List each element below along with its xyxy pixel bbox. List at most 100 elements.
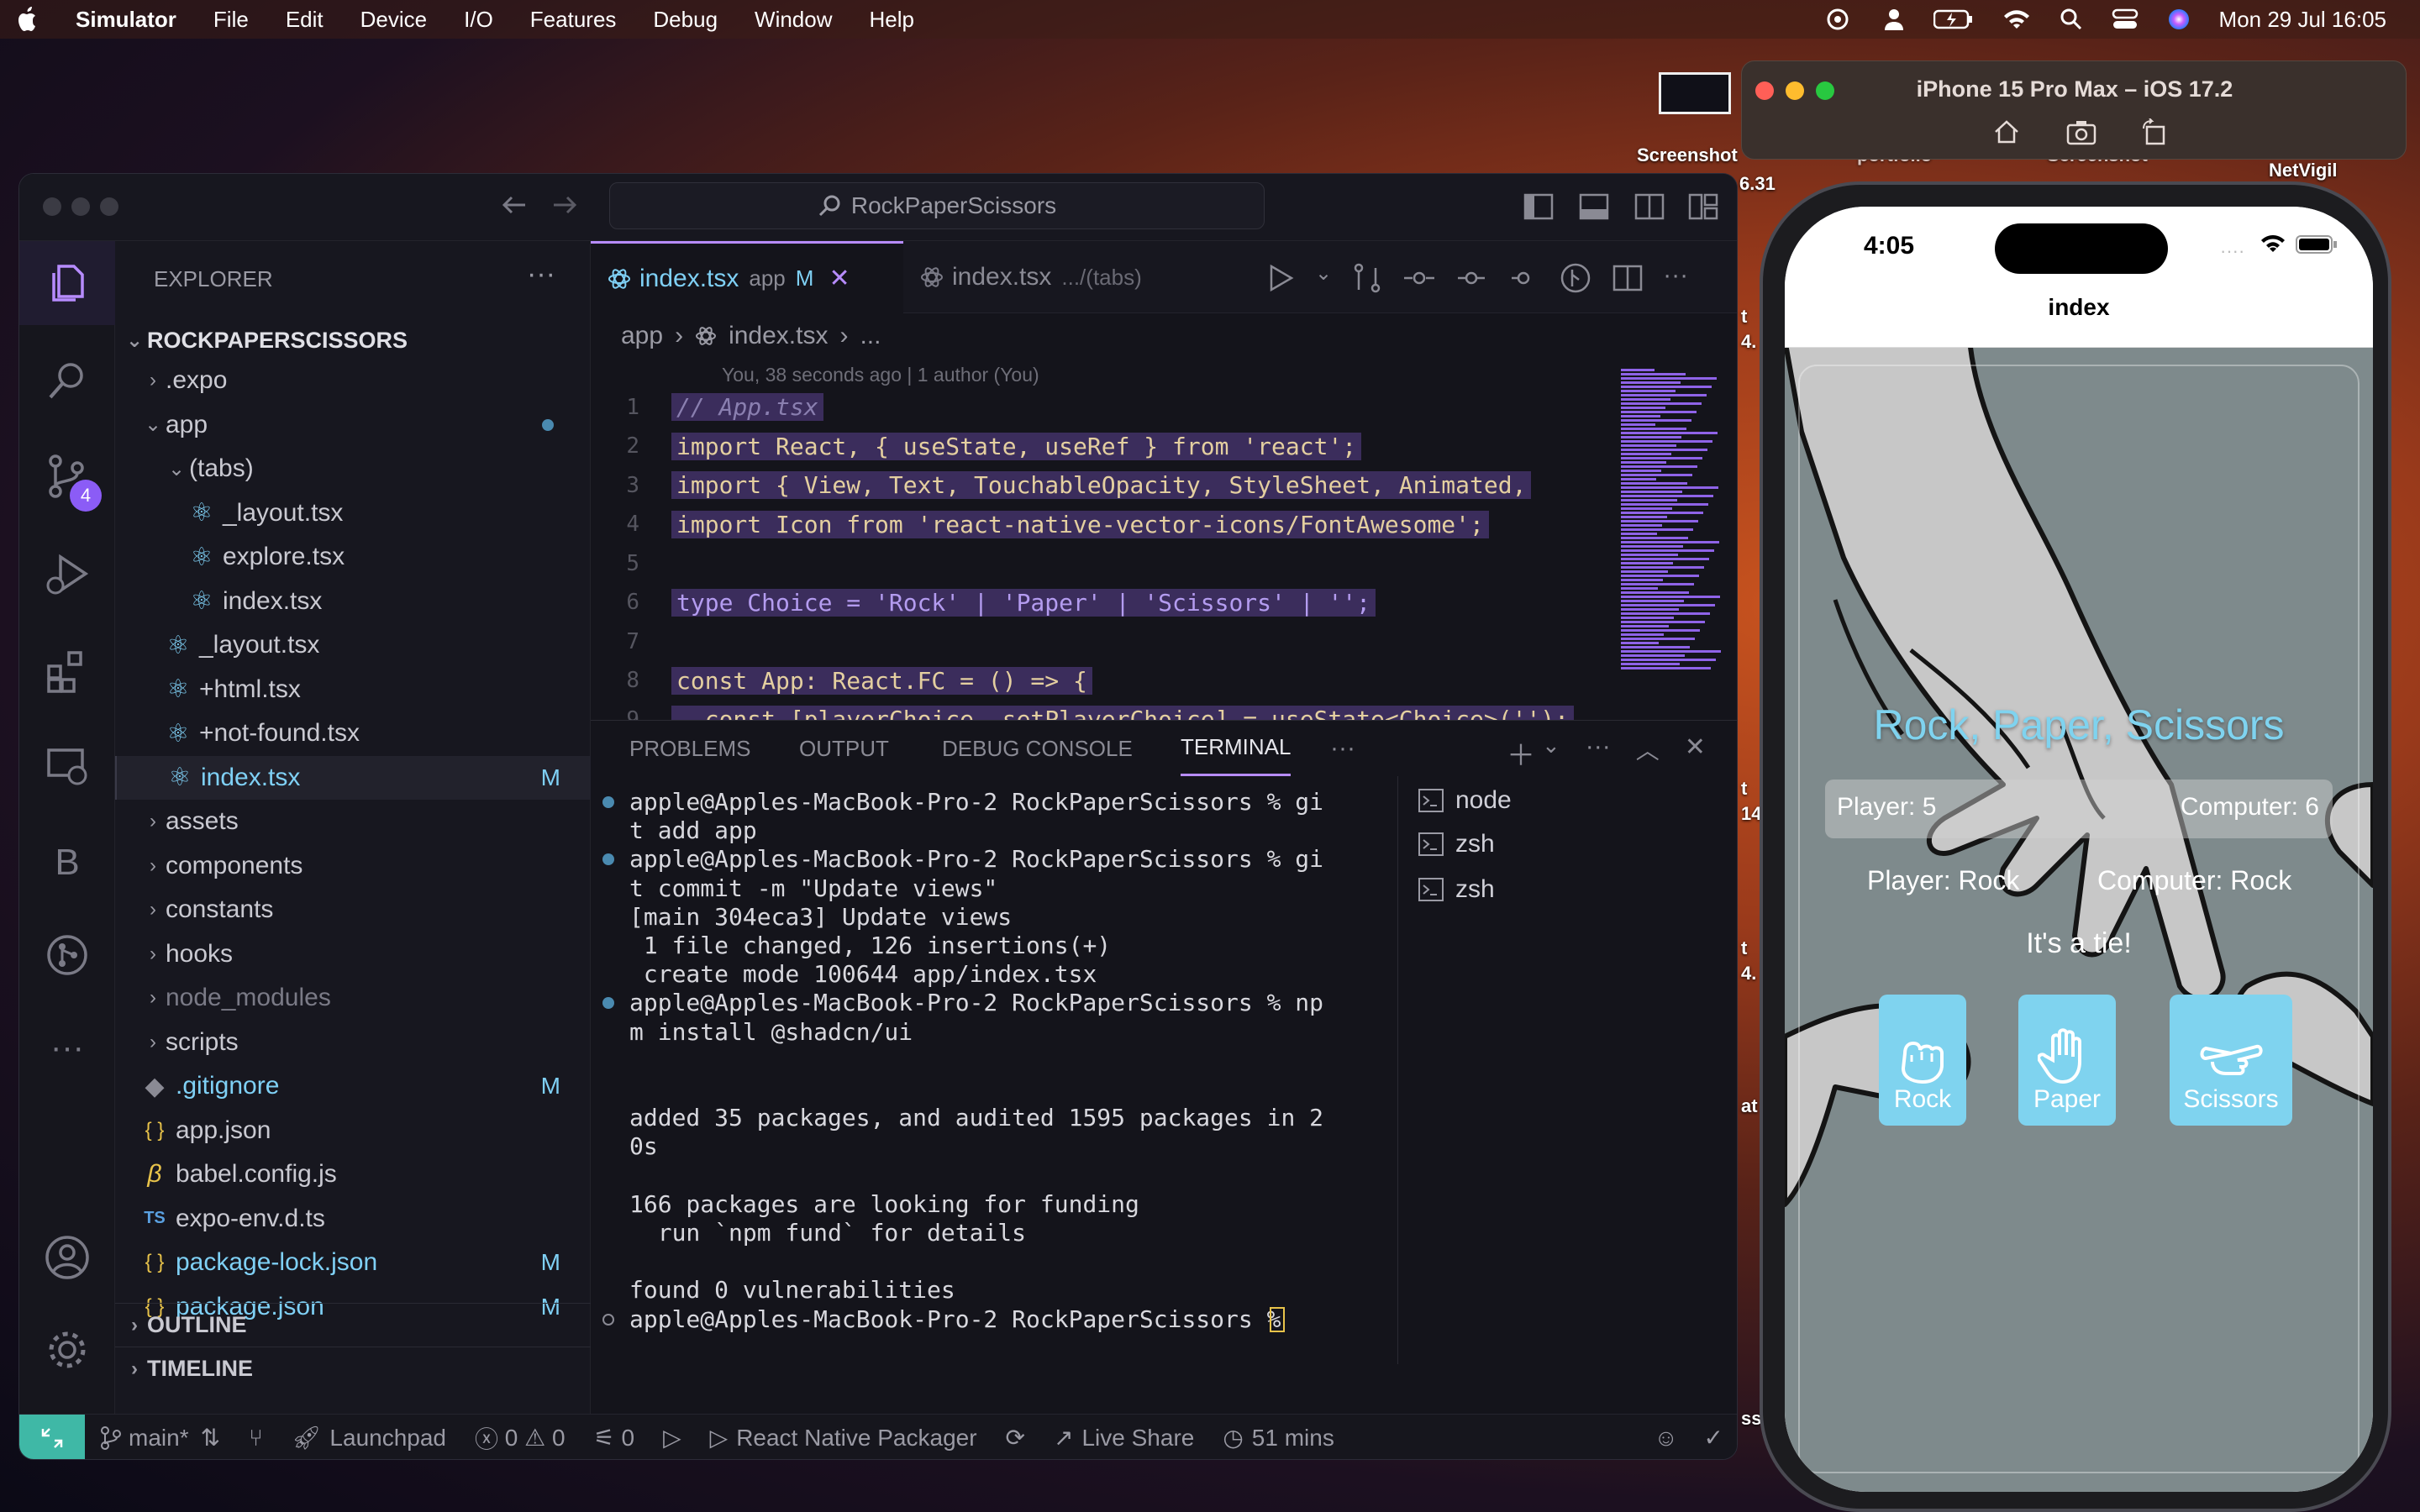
outline-section[interactable]: › OUTLINE	[115, 1303, 591, 1347]
file-tree-item[interactable]: ◆ .gitignore M	[115, 1064, 591, 1108]
wifi-icon[interactable]	[2002, 8, 2031, 30]
maximize-panel-icon[interactable]: ︿	[1636, 732, 1660, 774]
file-tree-item[interactable]: ⚛ index.tsx	[115, 580, 591, 623]
file-tree-item[interactable]: › assets	[115, 800, 591, 843]
close-tab-icon[interactable]: ✕	[829, 264, 850, 293]
split-editor-icon[interactable]	[1611, 261, 1644, 295]
code-line[interactable]: 7	[591, 623, 1599, 659]
copilot-icon[interactable]: ☺	[1654, 1425, 1678, 1452]
launchpad-status[interactable]: 🚀︎ Launchpad	[292, 1424, 446, 1452]
datetime[interactable]: Mon 29 Jul 16:05	[2219, 7, 2386, 33]
compare-changes-icon[interactable]	[1350, 261, 1384, 295]
minimap[interactable]	[1618, 369, 1727, 678]
problems-status[interactable]: ⓧ 0 ⚠ 0	[475, 1421, 566, 1455]
file-tree-item[interactable]: ⌄ (tabs)	[115, 447, 591, 491]
panel-tab-problems[interactable]: PROBLEMS	[629, 721, 751, 776]
file-tree-item[interactable]: ⚛ _layout.tsx	[115, 491, 591, 535]
control-center-icon[interactable]	[2112, 8, 2139, 31]
previous-change-icon[interactable]	[1455, 261, 1488, 295]
command-center-search[interactable]: RockPaperScissors	[609, 182, 1265, 229]
rotate-icon[interactable]	[2140, 118, 2169, 145]
code-line[interactable]: 8 const App: React.FC = () => {	[591, 663, 1599, 699]
terminal-scrollbar[interactable]	[1355, 788, 1362, 1393]
open-changes-icon[interactable]	[1402, 261, 1436, 295]
panel-tab-debug-console[interactable]: DEBUG CONSOLE	[942, 721, 1133, 776]
file-tree-item[interactable]: ⌄ app	[115, 403, 591, 447]
chevron-down-icon[interactable]: ⌄	[1542, 732, 1560, 774]
panel-more-icon[interactable]: ···	[1330, 721, 1355, 776]
branch-status[interactable]: main* ⇅	[100, 1424, 220, 1452]
chevron-down-icon[interactable]: ⌄	[1315, 261, 1332, 295]
search-icon[interactable]	[2060, 8, 2083, 31]
screenshot-icon[interactable]	[2066, 118, 2096, 145]
close-panel-icon[interactable]: ✕	[1685, 732, 1706, 774]
file-tree-item[interactable]: ⚛ index.tsx M	[115, 755, 591, 800]
run-debug-icon[interactable]	[19, 532, 115, 616]
git-lens-icon[interactable]	[1559, 261, 1592, 295]
menu-window[interactable]: Window	[755, 7, 832, 33]
file-tree-item[interactable]: › node_modules	[115, 976, 591, 1020]
desktop-label-netvigil[interactable]: NetVigil	[2269, 160, 2338, 181]
window-minimize-button[interactable]	[71, 197, 90, 216]
tab-index-app[interactable]: index.tsx app M ✕	[591, 241, 903, 313]
code-line[interactable]: 6 type Choice = 'Rock' | 'Paper' | 'Sciss…	[591, 585, 1599, 621]
desktop-label-screenshot[interactable]: Screenshot	[1637, 144, 1738, 166]
terminal-output[interactable]: apple@Apples-MacBook-Pro-2 RockPaperScis…	[591, 788, 1381, 1376]
notifications-icon[interactable]: ✓	[1704, 1424, 1723, 1452]
siri-icon[interactable]	[2167, 8, 2191, 31]
terminal-item-zsh[interactable]: zsh	[1418, 875, 1495, 904]
toggle-primary-sidebar-icon[interactable]	[1523, 192, 1554, 221]
git-graph-icon[interactable]	[19, 913, 115, 997]
code-editor[interactable]: 1// App.tsx 2 import React, { useState, us…	[591, 389, 1683, 720]
source-control-icon[interactable]: 4	[19, 434, 115, 518]
file-tree-item[interactable]: › constants	[115, 888, 591, 932]
debug-icon[interactable]	[1263, 261, 1297, 295]
file-tree-item[interactable]: › .expo	[115, 359, 591, 402]
file-tree-item[interactable]: { } app.json	[115, 1109, 591, 1152]
extensions-icon[interactable]	[19, 629, 115, 713]
desktop-screenshot-thumbnail[interactable]	[1659, 72, 1731, 114]
menu-file[interactable]: File	[213, 7, 249, 33]
menu-io[interactable]: I/O	[464, 7, 493, 33]
packager-status[interactable]: ▷ React Native Packager	[710, 1424, 977, 1452]
window-zoom-button[interactable]	[100, 197, 118, 216]
file-tree-item[interactable]: ⚛ +not-found.tsx	[115, 711, 591, 755]
file-tree-item[interactable]: β babel.config.js	[115, 1152, 591, 1196]
search-icon[interactable]	[19, 339, 115, 423]
terminal-item-node[interactable]: node	[1418, 786, 1512, 815]
scissors-button[interactable]: Scissors	[2170, 995, 2292, 1126]
tab-index-tabs[interactable]: index.tsx .../(tabs)	[903, 241, 1206, 313]
code-line[interactable]: 1// App.tsx	[591, 389, 1599, 425]
apple-icon[interactable]	[17, 7, 39, 32]
file-tree-item[interactable]: › hooks	[115, 932, 591, 976]
accounts-icon[interactable]	[19, 1215, 115, 1299]
explorer-icon[interactable]	[19, 241, 115, 325]
file-tree-item[interactable]: › components	[115, 844, 591, 888]
debug-status-icon[interactable]: ▷	[663, 1424, 681, 1452]
more-icon[interactable]: ···	[19, 1005, 115, 1089]
next-change-icon[interactable]	[1507, 261, 1540, 295]
ports-status[interactable]: ⚟ 0	[594, 1424, 634, 1452]
window-close-button[interactable]	[43, 197, 61, 216]
paper-button[interactable]: Paper	[2018, 995, 2116, 1126]
menu-edit[interactable]: Edit	[286, 7, 324, 33]
refresh-icon[interactable]: ⟳	[1006, 1424, 1025, 1452]
b-extension-icon[interactable]: B	[19, 821, 115, 905]
forward-arrow-icon[interactable]	[550, 191, 579, 219]
menu-features[interactable]: Features	[530, 7, 617, 33]
sync-icon[interactable]: ⇅	[201, 1424, 220, 1452]
explorer-root[interactable]: ⌄ ROCKPAPERSCISSORS	[115, 318, 591, 362]
menu-help[interactable]: Help	[870, 7, 914, 33]
more-actions-icon[interactable]: ···	[1663, 261, 1688, 295]
code-line[interactable]: 3 import { View, Text, TouchableOpacity, …	[591, 467, 1599, 503]
toggle-panel-icon[interactable]	[1579, 192, 1609, 221]
file-tree-item[interactable]: › scripts	[115, 1021, 591, 1064]
explorer-more-icon[interactable]: ···	[527, 258, 555, 291]
panel-tab-terminal[interactable]: TERMINAL	[1181, 721, 1292, 776]
panel-tab-output[interactable]: OUTPUT	[799, 721, 889, 776]
rock-button[interactable]: Rock	[1879, 995, 1966, 1126]
menu-app-name[interactable]: Simulator	[76, 7, 176, 33]
toggle-secondary-sidebar-icon[interactable]	[1634, 192, 1665, 221]
git-graph-status-icon[interactable]: ⑂	[249, 1425, 263, 1452]
terminal-item-zsh[interactable]: zsh	[1418, 830, 1495, 858]
